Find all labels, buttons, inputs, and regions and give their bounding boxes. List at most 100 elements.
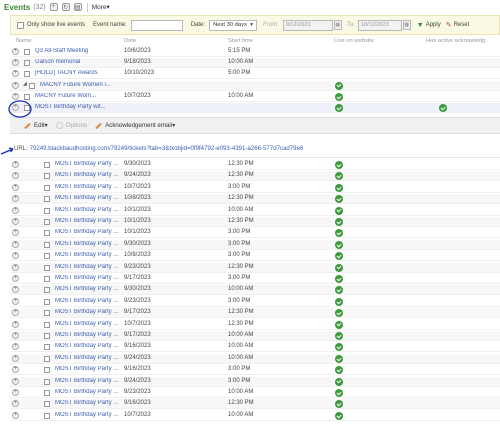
event-row[interactable]: + Galson memorial 9/18/2023 10:00 AM — [10, 58, 500, 69]
expand-row-icon[interactable]: + — [12, 218, 19, 225]
expand-row-icon[interactable]: + — [12, 92, 19, 100]
row-checkbox[interactable] — [44, 355, 50, 362]
expand-row-icon[interactable]: + — [12, 354, 19, 362]
url-link[interactable]: 79249.blackbaudhosting.com/79249/tickets… — [30, 145, 304, 152]
expand-row-icon[interactable]: + — [12, 240, 19, 248]
occurrence-row[interactable]: + MOST Birthday Party ... 9/30/2023 3:00 PM — [10, 239, 500, 250]
expand-row-icon[interactable]: + — [12, 332, 19, 339]
expand-row-icon[interactable]: + — [12, 48, 19, 55]
occurrence-row[interactable]: + MOST Birthday Party ... 10/7/2023 12:30 P… — [10, 320, 500, 330]
expand-row-icon[interactable]: + — [12, 400, 19, 408]
row-checkbox[interactable] — [44, 276, 50, 282]
event-name-link[interactable]: MOST Birthday Party ... — [55, 172, 125, 178]
occurrence-row[interactable]: + MOST Birthday Party ... 9/24/2023 10:00 A… — [10, 353, 500, 364]
occurrence-row[interactable]: + MOST Birthday Party ... 10/1/2023 10:00 A… — [10, 206, 500, 216]
expand-row-icon[interactable]: + — [12, 172, 19, 180]
occurrence-row[interactable]: + MOST Birthday Party ... 10/8/2023 12:30 P… — [10, 194, 500, 205]
event-name-link[interactable]: MOST Birthday Party ... — [55, 184, 125, 190]
row-checkbox[interactable] — [44, 173, 50, 180]
occurrence-row[interactable]: + MOST Birthday Party ... 9/17/2023 12:30 P… — [10, 308, 500, 319]
event-name-link[interactable]: MOST Birthday Party ... — [55, 298, 125, 304]
occurrence-row[interactable]: + MOST Birthday Party ... 9/16/2023 3:00 PM — [10, 365, 500, 376]
row-checkbox[interactable] — [24, 71, 30, 78]
column-live-on-website[interactable]: Live on website — [334, 38, 374, 44]
event-name-link[interactable]: MOST Birthday Party ... — [55, 218, 125, 224]
event-name-link[interactable]: Galson memorial — [35, 59, 123, 65]
occurrence-row[interactable]: + MOST Birthday Party ... 10/7/2023 10:00 A… — [10, 411, 500, 421]
event-name-link[interactable]: MOST Birthday Party ... — [55, 355, 125, 361]
event-name-link[interactable]: MOST Birthday Party ... — [55, 229, 125, 235]
occurrence-row[interactable]: + MOST Birthday Party ... 9/30/2023 10:00 A… — [10, 285, 500, 296]
event-name-link[interactable]: MOST Birthday Party ... — [55, 412, 125, 418]
column-has-active-ack[interactable]: Has active acknowledg — [426, 38, 485, 44]
event-name-link[interactable]: [HOLD] TACNY Awards — [35, 70, 123, 76]
expand-row-icon[interactable]: + — [12, 320, 19, 328]
row-checkbox[interactable] — [29, 82, 35, 89]
row-checkbox[interactable] — [44, 184, 50, 191]
row-checkbox[interactable] — [44, 310, 50, 317]
expand-row-icon[interactable]: + — [12, 389, 19, 396]
expand-row-icon[interactable]: + — [12, 104, 19, 111]
expand-row-icon[interactable]: + — [12, 195, 19, 203]
expand-row-icon[interactable]: + — [12, 183, 19, 191]
row-checkbox[interactable] — [44, 264, 50, 271]
row-checkbox[interactable] — [24, 105, 30, 111]
expand-row-icon[interactable]: + — [12, 263, 19, 271]
expand-row-icon[interactable]: + — [12, 229, 19, 237]
column-start-time[interactable]: Start time — [228, 38, 253, 44]
expand-row-icon[interactable]: + — [12, 81, 19, 89]
calendar-icon[interactable]: ▦ — [333, 20, 342, 30]
row-checkbox[interactable] — [44, 298, 50, 305]
event-name-link[interactable]: MOST Birthday Party ... — [55, 195, 125, 201]
event-row[interactable]: + [HOLD] TACNY Awards 10/10/2023 5:00 PM — [10, 69, 500, 80]
row-checkbox[interactable] — [44, 196, 50, 203]
occurrence-row[interactable]: + MOST Birthday Party ... 9/17/2023 10:00 A… — [10, 331, 500, 341]
row-checkbox[interactable] — [44, 367, 50, 374]
row-checkbox[interactable] — [24, 93, 30, 100]
occurrence-row[interactable]: + MOST Birthday Party ... 9/24/2023 3:00 PM — [10, 376, 500, 387]
expand-row-icon[interactable]: + — [12, 252, 19, 260]
row-checkbox[interactable] — [44, 390, 50, 396]
expand-row-icon[interactable]: + — [12, 309, 19, 317]
event-name-link[interactable]: MOST Birthday Party ... — [55, 207, 125, 213]
row-checkbox[interactable] — [44, 321, 50, 328]
expand-row-icon[interactable]: + — [12, 286, 19, 294]
row-checkbox[interactable] — [44, 162, 50, 168]
event-row[interactable]: + ◢ MACNY Future Women i... — [10, 80, 500, 91]
options-button[interactable]: Options — [55, 122, 87, 129]
occurrence-row[interactable]: + MOST Birthday Party ... 9/23/2023 10:00 A… — [10, 388, 500, 398]
event-name-link[interactable]: MOST Birthday Party ... — [55, 252, 125, 258]
expand-row-icon[interactable]: + — [12, 59, 19, 67]
calendar-icon[interactable]: ▦ — [402, 20, 411, 30]
row-checkbox[interactable] — [24, 60, 30, 67]
apply-button[interactable]: ▼ Apply — [417, 22, 441, 29]
row-checkbox[interactable] — [44, 219, 50, 225]
event-name-link[interactable]: MOST Birthday Party ... — [55, 321, 125, 327]
row-checkbox[interactable] — [44, 253, 50, 260]
event-name-link[interactable]: MACNY Future Women i... — [40, 82, 128, 88]
event-row[interactable]: + MACNY Future Wom... 10/7/2023 10:00 AM — [10, 92, 500, 102]
date-range-select[interactable]: Next 30 days ▼ — [209, 19, 258, 31]
expand-row-icon[interactable]: + — [12, 297, 19, 305]
row-checkbox[interactable] — [44, 378, 50, 385]
occurrence-row[interactable]: + MOST Birthday Party ... 9/23/2023 3:00 PM — [10, 297, 500, 307]
expand-row-icon[interactable]: + — [12, 206, 19, 214]
expand-row-icon[interactable]: + — [12, 411, 19, 419]
occurrence-row[interactable]: + MOST Birthday Party ... 9/16/2023 10:00 A… — [10, 342, 500, 353]
row-checkbox[interactable] — [44, 241, 50, 248]
row-checkbox[interactable] — [44, 344, 50, 351]
occurrence-row[interactable]: + MOST Birthday Party ... 9/30/2023 12:30 P… — [10, 160, 500, 170]
edit-button[interactable]: Edit ▾ — [24, 122, 48, 129]
row-checkbox[interactable] — [44, 401, 50, 408]
expand-row-icon[interactable]: + — [12, 161, 19, 168]
only-live-checkbox[interactable] — [17, 21, 24, 29]
occurrence-row[interactable]: + MOST Birthday Party ... 10/1/2023 3:00 PM — [10, 228, 500, 239]
event-row[interactable]: + Q3 All-Staff Meeting 10/6/2023 5:15 PM — [10, 47, 500, 57]
event-name-link[interactable]: MOST Birthday Party ... — [55, 309, 125, 315]
occurrence-row[interactable]: + MOST Birthday Party ... 10/8/2023 3:00 PM — [10, 251, 500, 262]
add-icon[interactable]: + — [49, 3, 58, 11]
row-checkbox[interactable] — [24, 49, 30, 55]
event-name-input[interactable] — [130, 19, 183, 31]
more-menu[interactable]: More▾ — [92, 3, 110, 11]
tree-expander-icon[interactable]: ◢ — [23, 81, 27, 87]
